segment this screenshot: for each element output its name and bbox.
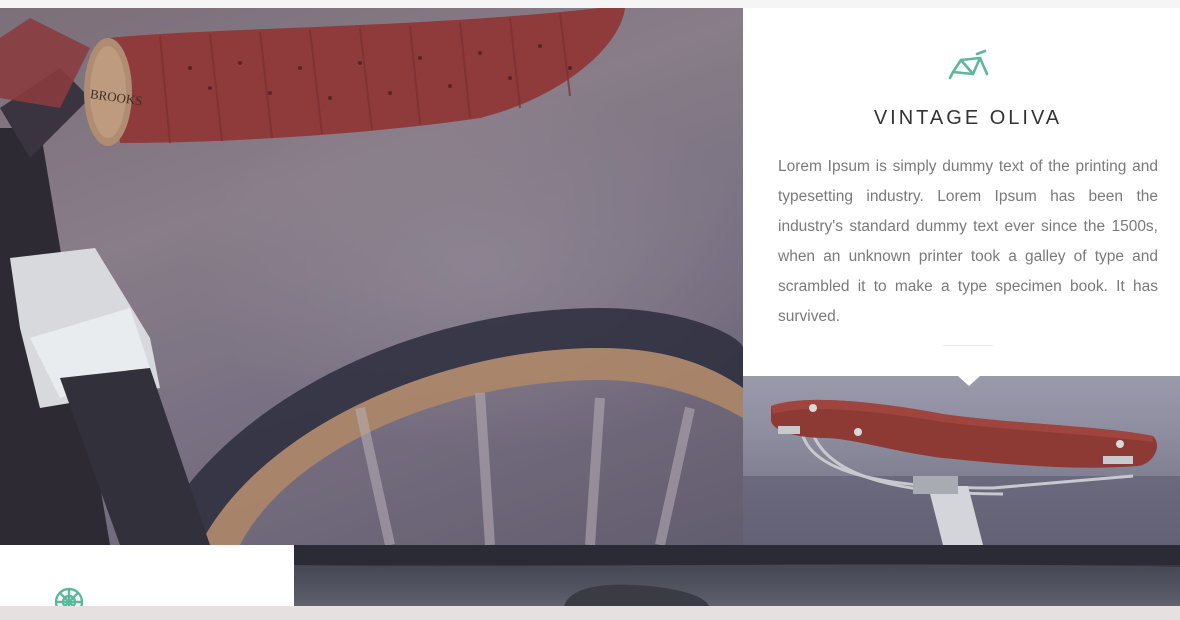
bottom-strip [0, 606, 1180, 620]
feature-card: VINTAGE OLIVA Lorem Ipsum is simply dumm… [743, 8, 1180, 376]
feature-body: Lorem Ipsum is simply dummy text of the … [778, 158, 1158, 325]
feature-title: VINTAGE OLIVA [873, 107, 1063, 129]
bike-frame-icon [948, 49, 989, 80]
divider [943, 345, 993, 346]
wheel-icon [54, 587, 84, 606]
hero-handlebar-photo: BROOKS [0, 8, 743, 545]
next-feature-card [0, 545, 294, 606]
bottom-bike-photo [294, 545, 1180, 606]
card-pointer [958, 376, 980, 386]
top-strip [0, 0, 1180, 8]
saddle-photo [743, 376, 1180, 545]
